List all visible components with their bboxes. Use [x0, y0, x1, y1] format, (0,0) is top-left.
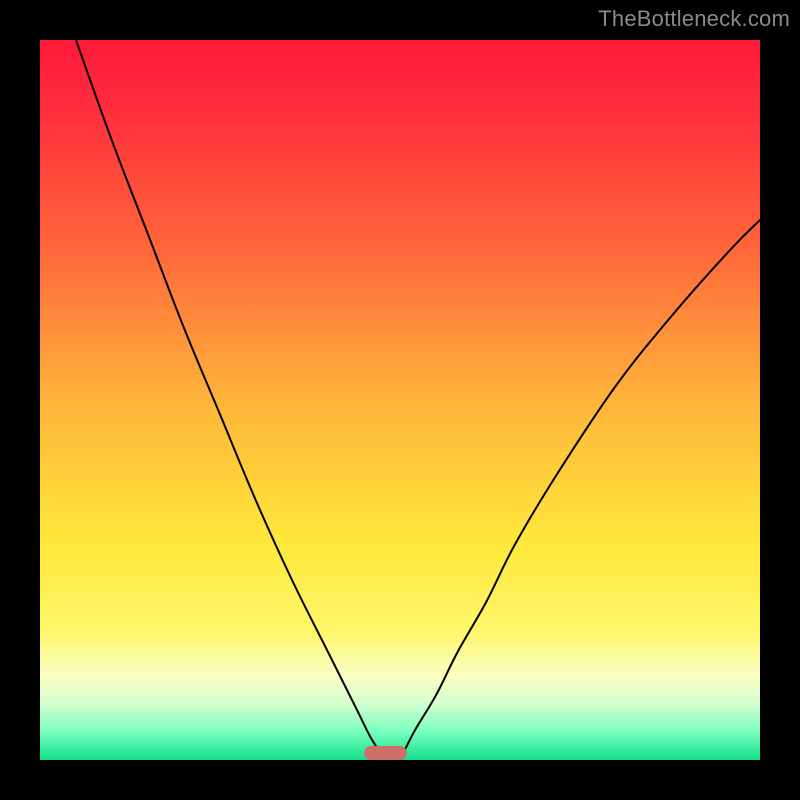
bottleneck-curve — [40, 40, 760, 760]
plot-area — [40, 40, 760, 760]
optimal-marker — [364, 746, 407, 760]
watermark-text: TheBottleneck.com — [598, 6, 790, 32]
chart-frame: TheBottleneck.com — [0, 0, 800, 800]
